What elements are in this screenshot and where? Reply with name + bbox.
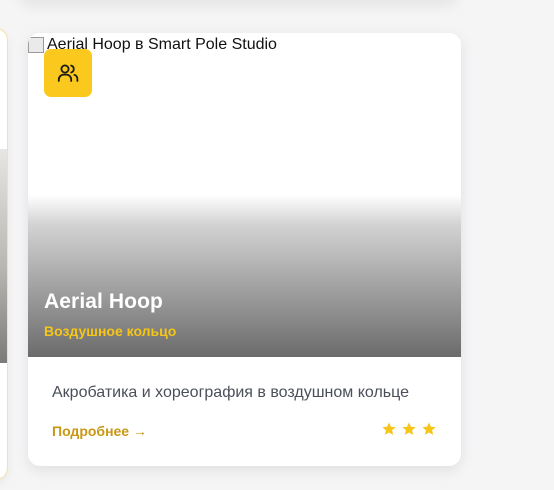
class-card[interactable]: Aerial Hoop в Smart Pole Studio Aerial H…: [28, 33, 461, 466]
broken-image-icon: [28, 37, 44, 53]
users-icon: [57, 64, 79, 82]
more-link[interactable]: Подробнее →: [52, 423, 147, 439]
adjacent-card-image: [0, 149, 7, 363]
category-badge: [44, 49, 92, 97]
adjacent-card-edge: [0, 28, 8, 480]
card-subtitle: Воздушное кольцо: [44, 323, 177, 339]
star-icon: [422, 422, 436, 435]
star-icon: [382, 422, 396, 435]
card-media: Aerial Hoop в Smart Pole Studio Aerial H…: [28, 33, 461, 357]
card-title: Aerial Hoop: [44, 290, 163, 313]
rating-stars: [381, 421, 437, 437]
card-description: Акробатика и хореография в воздушном кол…: [52, 384, 410, 401]
star-icon: [402, 422, 416, 435]
page: Aerial Hoop в Smart Pole Studio Aerial H…: [0, 0, 554, 490]
